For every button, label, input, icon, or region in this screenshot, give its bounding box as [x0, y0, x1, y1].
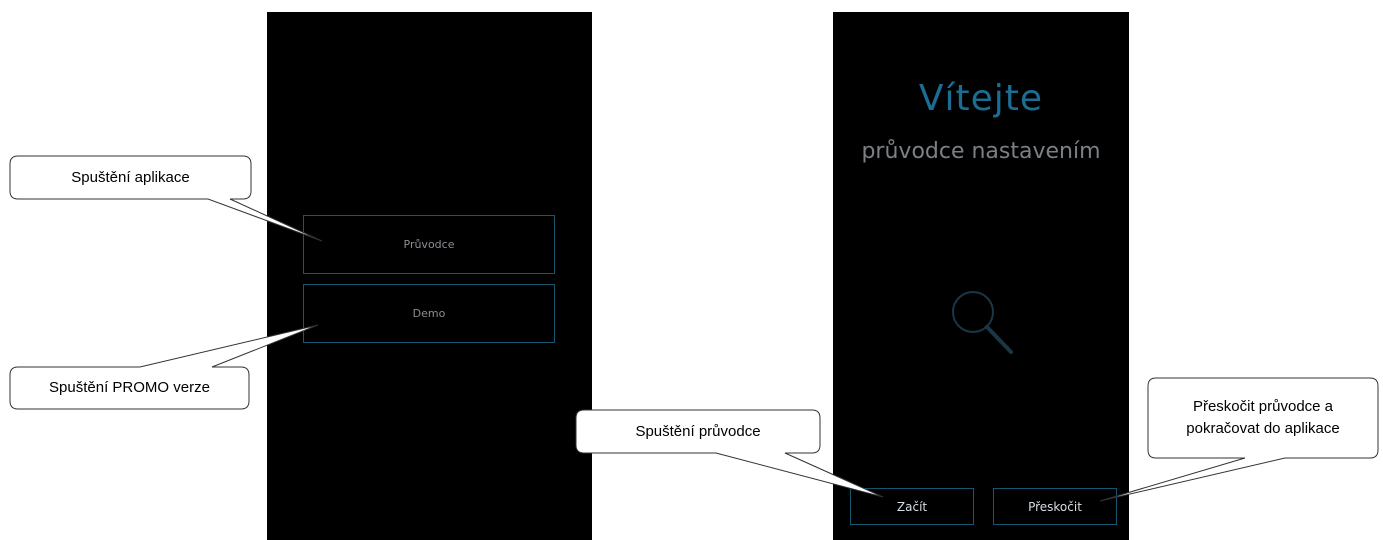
callout-launch-text: Spuštění aplikace: [71, 168, 190, 186]
callout-skip-text: Přeskočit průvodce a pokračovat do aplik…: [1148, 378, 1378, 458]
callout-guide-text: Spuštění průvodce: [635, 422, 761, 440]
callout-skip-line1: Přeskočit průvodce a: [1192, 398, 1334, 415]
callout-layer: [9, 155, 1379, 502]
callout-skip-line2: pokračovat do aplikace: [1186, 420, 1340, 437]
callout-promo-text: Spuštění PROMO verze: [49, 379, 210, 396]
